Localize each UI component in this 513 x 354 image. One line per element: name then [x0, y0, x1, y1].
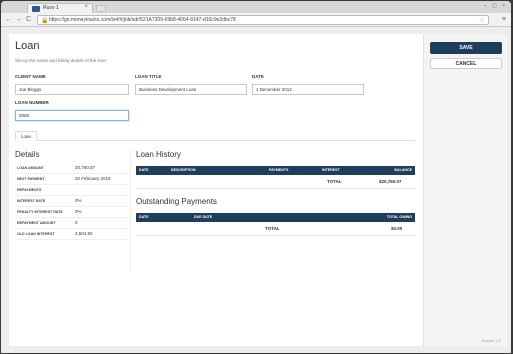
row-divider	[136, 188, 415, 189]
total-label: TOTAL	[327, 179, 342, 184]
client-name-field[interactable]: Joe Bloggs	[15, 84, 129, 95]
menu-icon[interactable]: ≡	[502, 16, 506, 23]
loan-history-header: DATE DESCRIPTION PAYMENTS INTEREST BALAN…	[136, 166, 415, 175]
details-row: NEXT PAYMENT 20 February 2015	[15, 174, 127, 185]
loan-number-label: LOAN NUMBER	[15, 100, 49, 105]
tab-title: Ruvo 1	[43, 5, 59, 11]
save-button[interactable]: SAVE	[430, 42, 502, 54]
close-tab-icon[interactable]: ×	[84, 4, 88, 10]
tab-bar: Loan	[15, 131, 415, 141]
browser-tab[interactable]: Ruvo 1 ×	[27, 3, 93, 13]
details-label: OLD LOAN INTEREST	[17, 232, 55, 236]
browser-window: Ruvo 1 × – ▢ × ← → C 🔒 https://go.moneyt…	[1, 1, 511, 353]
new-tab-button[interactable]	[96, 5, 106, 12]
outstanding-heading: Outstanding Payments	[136, 197, 217, 206]
action-sidebar: SAVE CANCEL Version 2.0	[423, 34, 507, 346]
details-value: 20,760.07	[75, 165, 96, 170]
url-text[interactable]: https://go.moneytracks.com/lo4/#/job/sdr…	[49, 17, 236, 23]
page-subtitle: Set up the name and billing details of t…	[15, 58, 107, 63]
date-label: DATE	[252, 74, 264, 79]
date-field[interactable]: 1 December 2012	[252, 84, 364, 95]
version-text: Version 2.0	[480, 338, 501, 343]
details-value: 20 February 2015	[75, 176, 111, 181]
details-label: PENALTY INTEREST RATE	[17, 210, 63, 214]
loan-title-field[interactable]: Business Development Loan	[135, 84, 247, 95]
column-divider	[130, 149, 131, 269]
column-header: DUE DATE	[194, 215, 213, 219]
window-controls[interactable]: – ▢ ×	[484, 3, 507, 9]
loan-number-field[interactable]: 0058	[15, 110, 129, 121]
details-value: 0%	[75, 209, 82, 214]
details-label: REPAYMENTS	[17, 188, 42, 192]
details-row: REPAYMENTS	[15, 185, 127, 196]
column-header: PAYMENTS	[269, 168, 289, 172]
back-icon[interactable]: ←	[5, 16, 12, 24]
details-row: LOAN AMOUNT 20,760.07	[15, 163, 127, 174]
details-value: 0	[75, 220, 78, 225]
total-value: $20,760.07	[379, 179, 402, 184]
details-heading: Details	[15, 150, 40, 159]
details-value: 0%	[75, 198, 82, 203]
column-header: INTEREST	[322, 168, 340, 172]
total-label: TOTAL	[265, 226, 280, 231]
column-header: DATE	[139, 215, 149, 219]
total-value: $0.00	[391, 226, 403, 231]
favicon-icon	[32, 6, 40, 12]
outstanding-header: DATE DUE DATE TOTAL OWING	[136, 213, 415, 222]
details-label: REPAYMENT AMOUNT	[17, 221, 56, 225]
address-bar[interactable]: 🔒 https://go.moneytracks.com/lo4/#/job/s…	[37, 15, 489, 25]
page-title: Loan	[15, 40, 40, 52]
tab-loan[interactable]: Loan	[15, 131, 38, 141]
row-divider	[136, 235, 415, 236]
page-content: Loan Set up the name and billing details…	[9, 34, 423, 346]
forward-icon[interactable]: →	[15, 16, 22, 24]
loan-title-label: LOAN TITLE	[135, 74, 162, 79]
lock-icon: 🔒	[41, 18, 49, 24]
cancel-button[interactable]: CANCEL	[430, 58, 502, 69]
reload-icon[interactable]: C	[26, 16, 31, 24]
column-header: DESCRIPTION	[171, 168, 196, 172]
details-label: LOAN AMOUNT	[17, 166, 44, 170]
client-name-label: CLIENT NAME	[15, 74, 46, 79]
column-header: BALANCE	[394, 168, 412, 172]
details-row: OLD LOAN INTEREST 4,504.82	[15, 229, 127, 240]
column-header: TOTAL OWING	[386, 215, 412, 219]
details-label: INTEREST RATE	[17, 199, 46, 203]
details-label: NEXT PAYMENT	[17, 177, 45, 181]
column-header: DATE	[139, 168, 149, 172]
bookmark-star-icon[interactable]: ☆	[479, 16, 485, 24]
details-row: REPAYMENT AMOUNT 0	[15, 218, 127, 229]
details-value: 4,504.82	[75, 231, 93, 236]
browser-toolbar: ← → C 🔒 https://go.moneytracks.com/lo4/#…	[1, 13, 511, 27]
details-table: LOAN AMOUNT 20,760.07 NEXT PAYMENT 20 Febr…	[15, 163, 127, 240]
tab-strip: Ruvo 1 × – ▢ ×	[1, 1, 511, 13]
details-row: INTEREST RATE 0%	[15, 196, 127, 207]
details-row: PENALTY INTEREST RATE 0%	[15, 207, 127, 218]
loan-history-heading: Loan History	[136, 150, 181, 159]
